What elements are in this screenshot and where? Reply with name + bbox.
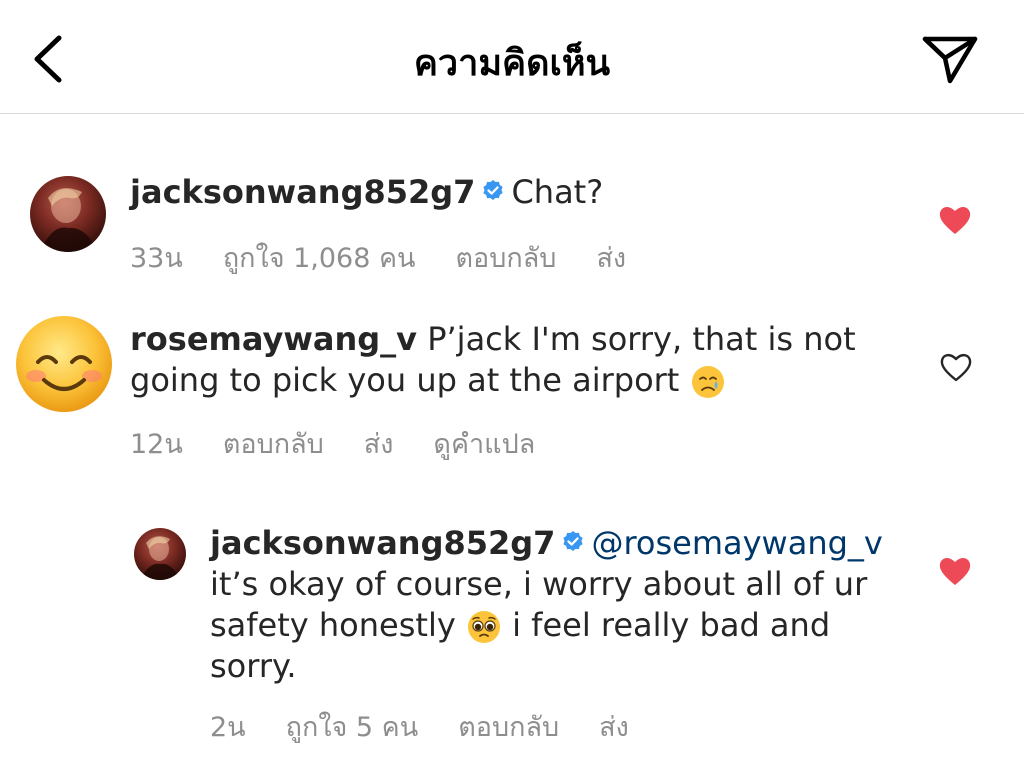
paper-plane-icon [922,36,978,84]
send-button[interactable]: ส่ง [596,243,626,274]
heart-filled-icon[interactable] [938,203,972,237]
reply-button[interactable]: ตอบกลับ [223,429,324,460]
comment-timestamp: 33น [130,243,183,274]
smiling-face-emoji [16,316,112,412]
send-button[interactable]: ส่ง [364,429,394,460]
comment-meta: 2น ถูกใจ 5 คน ตอบกลับ ส่ง [210,705,669,748]
heart-outline-icon[interactable] [939,350,973,384]
see-translation-button[interactable]: ดูคำแปล [433,429,535,460]
comment-meta: 33น ถูกใจ 1,068 คน ตอบกลับ ส่ง [130,236,666,279]
comment-username[interactable]: jacksonwang852g7 [130,173,475,211]
comment-timestamp: 12น [130,429,183,460]
reply-button[interactable]: ตอบกลับ [458,712,559,743]
comment-username[interactable]: rosemaywang_v [130,320,417,358]
likes-count-link[interactable]: ถูกใจ 1,068 คน [223,243,416,274]
profile-photo [40,188,98,252]
mention-link[interactable]: @rosemaywang_v [591,524,882,562]
avatar[interactable] [30,176,106,252]
heart-filled-icon[interactable] [938,554,972,588]
pleading-face-emoji [467,611,500,643]
comment-meta: 12น ตอบกลับ ส่ง ดูคำแปล [130,422,575,465]
comment-timestamp: 2น [210,712,246,743]
comment-username[interactable]: jacksonwang852g7 [210,524,555,562]
share-button[interactable] [918,30,982,90]
reply-button[interactable]: ตอบกลับ [456,243,557,274]
avatar[interactable] [134,528,186,580]
profile-photo [140,536,180,580]
send-button[interactable]: ส่ง [599,712,629,743]
page-title: ความคิดเห็น [413,43,611,84]
likes-count-link[interactable]: ถูกใจ 5 คน [286,712,419,743]
comment-text: Chat? [511,173,604,211]
header-bar: ความคิดเห็น [0,0,1024,114]
verified-badge-icon [563,531,584,551]
crying-face-emoji [691,366,724,398]
avatar[interactable] [14,314,114,414]
verified-badge-icon [483,180,504,200]
